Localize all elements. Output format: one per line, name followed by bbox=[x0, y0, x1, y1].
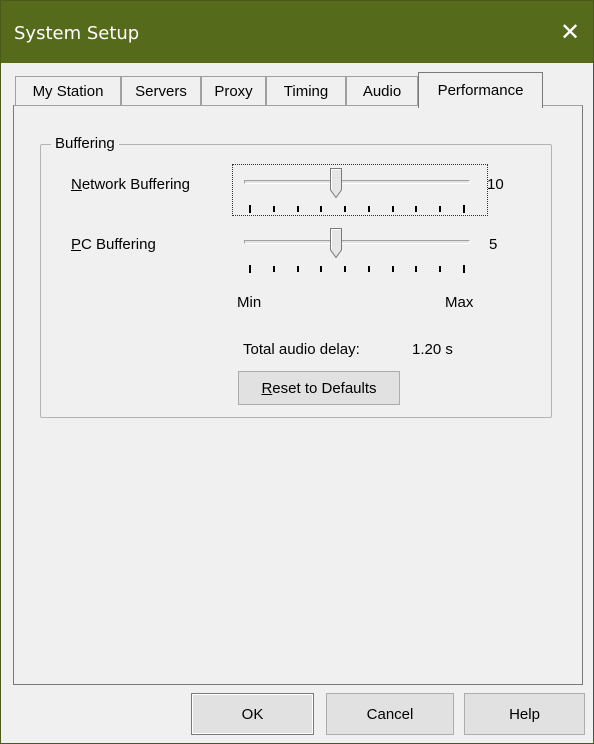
network-buffering-thumb[interactable] bbox=[329, 168, 342, 199]
cancel-button[interactable]: Cancel bbox=[326, 693, 454, 735]
help-button[interactable]: Help bbox=[464, 693, 585, 735]
window-title: System Setup bbox=[14, 23, 140, 44]
tab-timing[interactable]: Timing bbox=[266, 76, 346, 106]
reset-to-defaults-button[interactable]: Reset to Defaults bbox=[238, 371, 400, 405]
total-audio-delay-value: 1.20 s bbox=[412, 341, 453, 358]
pc-buffering-tick bbox=[439, 266, 442, 272]
tab-proxy[interactable]: Proxy bbox=[201, 76, 266, 106]
network-buffering-tick bbox=[463, 205, 465, 213]
pc-buffering-track[interactable] bbox=[244, 240, 470, 244]
pc-buffering-tick bbox=[249, 265, 251, 273]
network-buffering-tick bbox=[249, 205, 251, 213]
network-buffering-tick bbox=[320, 206, 323, 212]
buffering-groupbox: Buffering Network Buffering 10 PC Buffer… bbox=[40, 135, 552, 418]
system-setup-dialog: System Setup ✕ My Station Servers Proxy … bbox=[0, 0, 594, 744]
max-label: Max bbox=[445, 294, 474, 311]
total-audio-delay-label: Total audio delay: bbox=[243, 341, 360, 358]
network-buffering-tick bbox=[391, 206, 394, 212]
pc-buffering-tick bbox=[367, 266, 370, 272]
tab-strip: My Station Servers Proxy Timing Audio Pe… bbox=[13, 72, 583, 108]
pc-buffering-tick bbox=[296, 266, 299, 272]
pc-buffering-tick bbox=[463, 265, 465, 273]
pc-buffering-label: PC Buffering bbox=[71, 236, 156, 253]
close-icon[interactable]: ✕ bbox=[547, 1, 593, 63]
tab-audio[interactable]: Audio bbox=[346, 76, 418, 106]
tab-performance[interactable]: Performance bbox=[418, 72, 543, 108]
performance-panel: Buffering Network Buffering 10 PC Buffer… bbox=[13, 105, 583, 685]
pc-buffering-tick bbox=[391, 266, 394, 272]
network-buffering-tick bbox=[344, 206, 347, 212]
network-buffering-value: 10 bbox=[487, 176, 504, 193]
title-bar[interactable]: System Setup ✕ bbox=[1, 1, 593, 63]
min-label: Min bbox=[237, 294, 262, 311]
network-buffering-tick bbox=[415, 206, 418, 212]
pc-buffering-value: 5 bbox=[489, 236, 498, 253]
pc-buffering-tick bbox=[272, 266, 275, 272]
network-buffering-track[interactable] bbox=[244, 180, 470, 184]
tab-servers[interactable]: Servers bbox=[121, 76, 201, 106]
network-buffering-label: Network Buffering bbox=[71, 176, 190, 193]
buffering-group-label: Buffering bbox=[51, 135, 119, 153]
network-buffering-slider[interactable] bbox=[232, 164, 488, 216]
pc-buffering-tick bbox=[415, 266, 418, 272]
network-buffering-tick bbox=[272, 206, 275, 212]
pc-buffering-tick bbox=[320, 266, 323, 272]
pc-buffering-thumb[interactable] bbox=[329, 228, 342, 259]
network-buffering-tick bbox=[296, 206, 299, 212]
ok-button[interactable]: OK bbox=[191, 693, 314, 735]
pc-buffering-tick bbox=[344, 266, 347, 272]
network-buffering-tick bbox=[439, 206, 442, 212]
tab-my-station[interactable]: My Station bbox=[15, 76, 121, 106]
network-buffering-tick bbox=[367, 206, 370, 212]
pc-buffering-slider[interactable] bbox=[233, 225, 487, 275]
